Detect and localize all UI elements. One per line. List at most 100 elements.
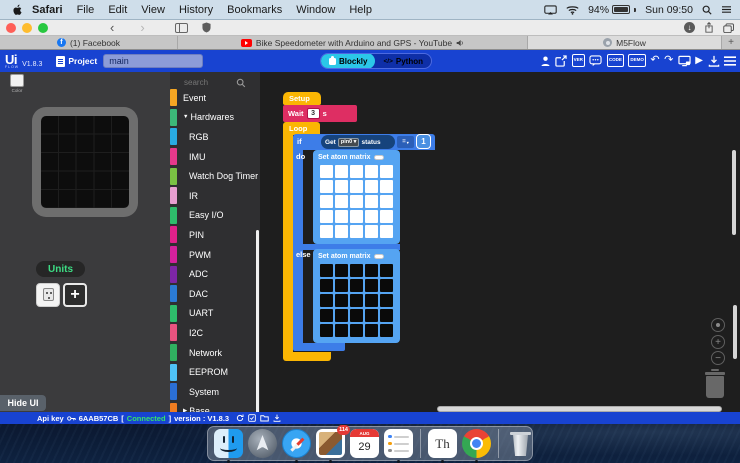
save-download-icon[interactable] — [273, 414, 281, 422]
menu-history[interactable]: History — [179, 4, 213, 16]
apple-menu-icon[interactable] — [12, 4, 22, 16]
redo-icon[interactable]: ↷ — [664, 54, 673, 67]
menu-help[interactable]: Help — [349, 4, 372, 16]
user-icon[interactable] — [540, 54, 551, 67]
run-icon[interactable]: ▶ — [695, 54, 703, 67]
add-unit-button[interactable]: + — [63, 283, 87, 307]
menu-edit[interactable]: Edit — [108, 4, 127, 16]
dock-item-trash[interactable] — [506, 429, 535, 458]
compare-value-block[interactable]: 1 — [416, 134, 431, 149]
palette-category-network[interactable]: Network — [170, 343, 260, 363]
matrix-cell[interactable] — [380, 309, 393, 322]
palette-category-watch-dog-timer[interactable]: Watch Dog Timer — [170, 166, 260, 186]
palette-category-adc[interactable]: ADC — [170, 264, 260, 284]
back-button[interactable]: ‹ — [110, 22, 114, 34]
new-tab-button[interactable]: + — [722, 36, 740, 49]
vertical-scrollbar-bottom[interactable] — [733, 305, 737, 359]
matrix-cell[interactable] — [320, 264, 333, 277]
project-name-input[interactable] — [103, 54, 203, 68]
loop-block-spine[interactable] — [283, 135, 293, 352]
checkbox-icon[interactable] — [248, 414, 256, 422]
matrix-cell[interactable] — [365, 309, 378, 322]
matrix-cell[interactable] — [320, 294, 333, 307]
matrix-cell[interactable] — [320, 180, 333, 193]
sidebar-icon[interactable] — [175, 23, 188, 33]
python-mode-button[interactable]: </> Python — [375, 53, 431, 69]
matrix-cell[interactable] — [380, 195, 393, 208]
matrix-cell[interactable] — [380, 294, 393, 307]
matrix-cell[interactable] — [380, 264, 393, 277]
zoom-in-button[interactable]: + — [711, 335, 725, 349]
palette-category-i2c[interactable]: I2C — [170, 323, 260, 343]
battery-indicator[interactable]: 94% — [588, 4, 636, 16]
matrix-cell[interactable] — [335, 309, 348, 322]
matrix-cell[interactable] — [350, 279, 363, 292]
palette-category-hardwares[interactable]: ▼Hardwares — [170, 108, 260, 128]
dock-item-photos[interactable]: 114 — [316, 429, 345, 458]
set-atom-matrix-block-do[interactable]: Set atom matrix — [313, 150, 400, 244]
setup-block[interactable]: Setup — [283, 92, 321, 105]
matrix-color-pill[interactable] — [374, 254, 384, 259]
download-icon[interactable] — [708, 54, 720, 67]
browser-tab-1[interactable]: f(1) Facebook — [0, 36, 178, 49]
matrix-color-pill[interactable] — [374, 155, 384, 160]
matrix-cell[interactable] — [320, 210, 333, 223]
menu-window[interactable]: Window — [296, 4, 335, 16]
matrix-cell[interactable] — [350, 180, 363, 193]
matrix-cell[interactable] — [365, 195, 378, 208]
window-minimize-button[interactable] — [22, 23, 32, 33]
active-app-name[interactable]: Safari — [32, 4, 63, 16]
zoom-out-button[interactable]: − — [711, 351, 725, 365]
wait-block[interactable]: Wait 3 s — [283, 105, 357, 122]
browser-tab-2[interactable]: Bike Speedometer with Arduino and GPS - … — [178, 36, 528, 49]
matrix-cell[interactable] — [320, 165, 333, 178]
sync-icon[interactable] — [236, 414, 244, 422]
dock-item-reminders[interactable] — [384, 429, 413, 458]
palette-search-input[interactable] — [184, 78, 236, 87]
matrix-cell[interactable] — [380, 279, 393, 292]
set-atom-matrix-block-else[interactable]: Set atom matrix — [313, 249, 400, 343]
menu-view[interactable]: View — [141, 4, 165, 16]
matrix-cell[interactable] — [335, 279, 348, 292]
dock-item-thonny[interactable]: Th — [428, 429, 457, 458]
undo-icon[interactable]: ↶ — [650, 54, 659, 67]
unit-device-button[interactable] — [36, 283, 60, 307]
dock-item-finder[interactable] — [214, 429, 243, 458]
matrix-cell[interactable] — [350, 210, 363, 223]
matrix-cell[interactable] — [380, 180, 393, 193]
hide-ui-button[interactable]: Hide UI — [0, 395, 46, 411]
demo-icon[interactable]: DEMO — [628, 54, 646, 67]
privacy-shield-icon[interactable] — [202, 22, 211, 33]
wifi-icon[interactable] — [566, 5, 579, 15]
if-block-bottom[interactable] — [293, 343, 345, 351]
loop-block-bottom[interactable] — [283, 352, 331, 361]
notification-center-icon[interactable] — [721, 5, 732, 14]
matrix-cell[interactable] — [350, 309, 363, 322]
menu-bar-clock[interactable]: Sun 09:50 — [645, 4, 693, 16]
matrix-cell[interactable] — [380, 225, 393, 238]
matrix-cell[interactable] — [335, 294, 348, 307]
matrix-cell[interactable] — [335, 210, 348, 223]
matrix-cell[interactable] — [350, 294, 363, 307]
menu-bookmarks[interactable]: Bookmarks — [227, 4, 282, 16]
tab-speaker-icon[interactable] — [456, 39, 464, 47]
project-button[interactable]: Project — [56, 56, 97, 67]
workspace-trash-icon[interactable] — [704, 369, 726, 398]
matrix-cell[interactable] — [365, 294, 378, 307]
matrix-cell[interactable] — [335, 264, 348, 277]
atom-matrix-grid-do[interactable] — [320, 165, 393, 238]
downloads-button[interactable]: ↓ — [684, 22, 695, 33]
palette-category-ir[interactable]: IR — [170, 186, 260, 206]
palette-category-system[interactable]: System — [170, 382, 260, 402]
export-project-icon[interactable] — [555, 54, 567, 67]
matrix-cell[interactable] — [365, 279, 378, 292]
matrix-cell[interactable] — [350, 195, 363, 208]
color-button[interactable]: Color — [4, 74, 30, 93]
palette-category-pin[interactable]: PIN — [170, 225, 260, 245]
compare-operator-dropdown[interactable]: =▾ — [397, 136, 414, 148]
matrix-cell[interactable] — [335, 195, 348, 208]
matrix-cell[interactable] — [320, 195, 333, 208]
matrix-cell[interactable] — [320, 279, 333, 292]
window-close-button[interactable] — [6, 23, 16, 33]
pin-dropdown[interactable]: pin0 ▾ — [338, 138, 360, 147]
